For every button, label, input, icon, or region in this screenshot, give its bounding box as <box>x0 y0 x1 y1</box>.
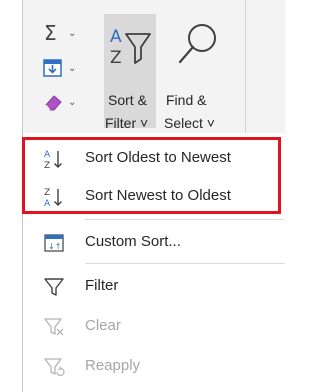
chevron-down-icon: ⌄ <box>68 62 77 74</box>
clear-filter-icon <box>44 318 64 336</box>
fill-button[interactable]: ⌄ <box>42 57 94 79</box>
menu-separator <box>85 219 285 220</box>
clear-button[interactable]: ⌄ <box>42 91 94 113</box>
filter-icon <box>44 278 64 296</box>
sort-filter-label-line1: Sort & <box>108 92 147 108</box>
fill-down-icon <box>43 59 62 77</box>
eraser-icon <box>45 95 62 111</box>
svg-text:Σ: Σ <box>44 22 57 44</box>
magnifier-icon <box>178 24 216 64</box>
chevron-down-icon: ⌄ <box>68 96 77 108</box>
menu-item-label: Reapply <box>85 357 141 374</box>
menu-item-reapply[interactable]: Reapply <box>23 347 285 385</box>
ribbon-left-edge <box>0 0 23 133</box>
reapply-filter-icon <box>44 358 65 377</box>
sort-filter-button[interactable]: A Z Sort & Filter ˅ <box>104 14 156 131</box>
menu-item-label: Custom Sort... <box>85 233 181 250</box>
menu-item-label: Filter <box>85 277 119 294</box>
find-select-button[interactable]: Find & Select ˅ <box>164 14 234 131</box>
menu-item-clear[interactable]: Clear <box>23 307 285 345</box>
chevron-down-icon: ⌄ <box>68 27 77 39</box>
menu-separator <box>85 263 285 264</box>
ribbon-group-separator <box>245 0 246 133</box>
ribbon-editing-group: Σ ⌄ ⌄ ⌄ A Z Sort & Filter ˅ Find & Selec… <box>0 0 285 133</box>
autosum-button[interactable]: Σ ⌄ <box>42 22 94 44</box>
sort-filter-icon: A Z <box>110 27 151 68</box>
find-select-label-line2: Select ˅ <box>164 115 215 131</box>
menu-item-label: Clear <box>85 317 121 334</box>
sort-filter-label-line2: Filter ˅ <box>105 115 149 131</box>
menu-item-filter[interactable]: Filter <box>23 267 285 305</box>
autosum-icon: Σ <box>44 22 57 44</box>
highlight-callout-box <box>22 137 281 214</box>
svg-text:↓↑: ↓↑ <box>48 242 61 251</box>
find-select-label-line1: Find & <box>166 92 207 108</box>
svg-text:Z: Z <box>110 48 122 68</box>
menu-item-custom-sort[interactable]: ↓↑ Custom Sort... <box>23 223 285 261</box>
svg-text:A: A <box>110 27 122 47</box>
custom-sort-icon: ↓↑ <box>44 234 64 252</box>
